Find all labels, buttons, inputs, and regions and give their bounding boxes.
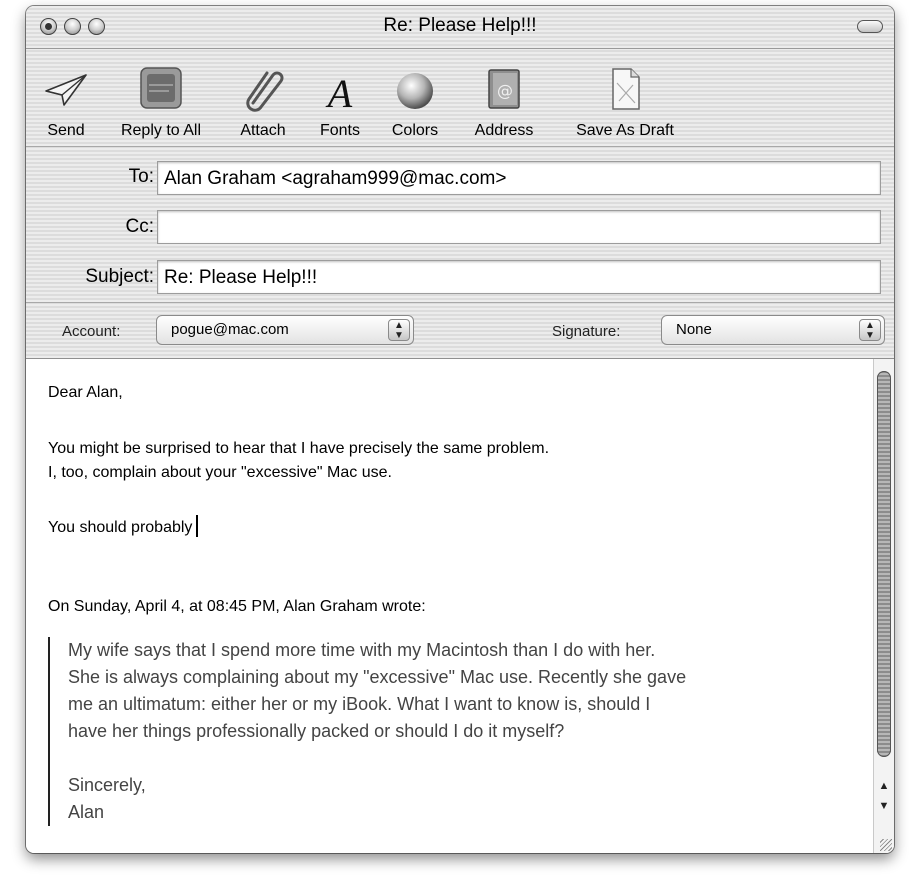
- greeting-text: Dear Alan,: [48, 384, 123, 401]
- title-bar[interactable]: Re: Please Help!!!: [26, 6, 894, 49]
- body-line-1: You might be surprised to hear that I ha…: [48, 440, 550, 457]
- quote-signoff: Sincerely,: [68, 775, 146, 795]
- window-title: Re: Please Help!!!: [383, 15, 537, 36]
- quoted-message: My wife says that I spend more time with…: [48, 637, 858, 826]
- address-book-icon: @: [488, 69, 520, 109]
- subject-label: Subject:: [85, 266, 154, 287]
- send-button[interactable]: Send: [38, 49, 94, 146]
- compose-window: Re: Please Help!!! Send Reply to All Att…: [26, 6, 894, 853]
- draft-document-icon: [612, 68, 640, 110]
- fonts-label: Fonts: [319, 122, 360, 139]
- scroll-up-arrow-icon[interactable]: ▲: [876, 777, 892, 795]
- quote-line: me an ultimatum: either her or my iBook.…: [68, 694, 651, 714]
- subject-field[interactable]: Re: Please Help!!!: [157, 260, 881, 294]
- color-sphere-icon: [397, 73, 433, 109]
- resize-grip-icon[interactable]: [880, 839, 892, 851]
- signature-value: None: [676, 321, 712, 338]
- save-as-draft-label: Save As Draft: [576, 122, 674, 139]
- body-line-2: I, too, complain about your "excessive" …: [48, 464, 392, 481]
- attribution-line: On Sunday, April 4, at 08:45 PM, Alan Gr…: [48, 598, 426, 615]
- scroll-thumb[interactable]: [877, 371, 891, 757]
- popup-arrows-icon: ▲ ▼: [859, 319, 881, 341]
- paper-plane-icon: [45, 74, 87, 106]
- send-label: Send: [47, 122, 85, 139]
- message-body[interactable]: Dear Alan, You might be surprised to hea…: [26, 359, 894, 853]
- account-popup[interactable]: pogue@mac.com ▲ ▼: [156, 315, 414, 345]
- save-as-draft-button[interactable]: Save As Draft: [562, 49, 688, 146]
- fonts-button[interactable]: A Fonts: [312, 49, 368, 146]
- cc-label: Cc:: [125, 216, 155, 237]
- reply-to-all-button[interactable]: Reply to All: [108, 49, 214, 146]
- account-label: Account:: [62, 323, 121, 340]
- toolbar: Send Reply to All Attach A Fonts Colors …: [26, 49, 894, 147]
- svg-text:@: @: [497, 81, 513, 100]
- address-header: To: Alan Graham <agraham999@mac.com> Cc:…: [26, 147, 894, 303]
- account-value: pogue@mac.com: [171, 321, 289, 338]
- popup-arrows-icon: ▲ ▼: [388, 319, 410, 341]
- address-button[interactable]: @ Address: [462, 49, 546, 146]
- colors-label: Colors: [391, 122, 439, 139]
- reply-all-icon: [140, 67, 182, 109]
- paperclip-icon: [246, 71, 284, 112]
- draft-text: You should probably: [48, 519, 193, 536]
- quote-line: She is always complaining about my "exce…: [68, 667, 687, 687]
- toolbar-toggle-button[interactable]: [857, 20, 883, 33]
- reply-to-all-label: Reply to All: [120, 122, 202, 139]
- quote-signoff-name: Alan: [68, 802, 105, 822]
- address-label: Address: [474, 122, 534, 139]
- scroll-down-arrow-icon[interactable]: ▼: [876, 797, 892, 815]
- to-field[interactable]: Alan Graham <agraham999@mac.com>: [157, 161, 881, 195]
- svg-text:A: A: [325, 71, 353, 113]
- signature-popup[interactable]: None ▲ ▼: [661, 315, 885, 345]
- text-cursor: [196, 515, 199, 537]
- cc-field[interactable]: [157, 210, 881, 244]
- font-a-icon: A: [325, 71, 353, 113]
- colors-button[interactable]: Colors: [384, 49, 446, 146]
- draft-line: You should probably: [48, 515, 868, 540]
- attach-button[interactable]: Attach: [230, 49, 296, 146]
- vertical-scrollbar[interactable]: ▲ ▼: [873, 359, 894, 853]
- quote-line: have her things professionally packed or…: [68, 721, 565, 741]
- signature-label: Signature:: [552, 323, 621, 340]
- quote-spacer: [68, 745, 858, 772]
- attach-label: Attach: [240, 122, 286, 139]
- quote-line: My wife says that I spend more time with…: [68, 640, 656, 660]
- account-row: Account: pogue@mac.com ▲ ▼ Signature: Non…: [26, 303, 894, 359]
- to-label: To:: [128, 166, 154, 187]
